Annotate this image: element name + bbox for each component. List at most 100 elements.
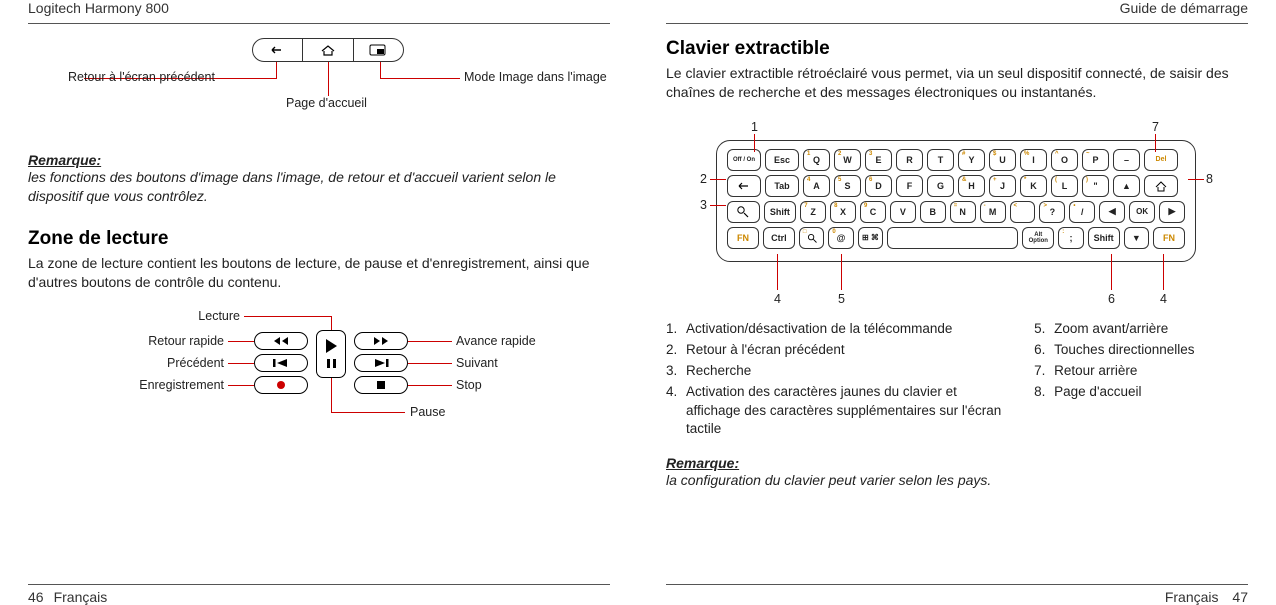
label-stop: Stop (456, 378, 482, 392)
keyboard-key: FN (727, 227, 759, 249)
keyboard-key: 3E (865, 149, 892, 171)
kbd-callout-6: 6 (1108, 292, 1115, 306)
keyboard-key: :; (1058, 227, 1083, 249)
footer-left: 46 Français (28, 584, 610, 605)
keyboard-key: □ (799, 227, 824, 249)
keyboard-key: *K (1020, 175, 1047, 197)
keyboard-key: &H (958, 175, 985, 197)
label-rew: Retour rapide (124, 334, 224, 348)
page-num-left: 46 (28, 589, 44, 605)
back-segment (253, 39, 303, 61)
keyboard-key: >? (1039, 201, 1065, 223)
keyboard-key: – (1113, 149, 1140, 171)
keyboard-key: V (890, 201, 916, 223)
label-prev: Précédent (124, 356, 224, 370)
kbd-callout-2: 2 (700, 172, 707, 186)
kbd-callout-5: 5 (838, 292, 845, 306)
callout-home: Page d'accueil (286, 96, 367, 110)
keyboard-key: R (896, 149, 923, 171)
keyboard-key: #Y (958, 149, 985, 171)
keyboard-key: AltOption (1022, 227, 1054, 249)
keyboard-heading: Clavier extractible (666, 38, 1248, 60)
next-button (354, 354, 408, 372)
keyboard-key: OK (1129, 201, 1155, 223)
note1-heading: Remarque: (28, 152, 610, 168)
playback-diagram: Retour rapide Précédent Enregistrement L… (28, 302, 610, 452)
callout-back: Retour à l'écran précédent (68, 70, 215, 84)
keyboard-key (887, 227, 1018, 249)
keyboard-key: 9C (860, 201, 886, 223)
keyboard-key: ▶ (1159, 201, 1185, 223)
keyboard-key: +J (989, 175, 1016, 197)
prev-button (254, 354, 308, 372)
keyboard-legend: 1.Activation/désactivation de la télécom… (666, 320, 1248, 441)
keyboard-key: 4A (803, 175, 830, 197)
keyboard-key: ~P (1082, 149, 1109, 171)
label-next: Suivant (456, 356, 498, 370)
keyboard-key: Esc (765, 149, 799, 171)
play-pause-button (316, 330, 346, 378)
keyboard-key: 5S (834, 175, 861, 197)
keyboard-paragraph: Le clavier extractible rétroéclairé vous… (666, 64, 1248, 102)
nav-pill-diagram: Retour à l'écran précédent Page d'accuei… (28, 38, 610, 138)
page-lang-left: Français (54, 589, 108, 605)
footer-right: Français 47 (666, 584, 1248, 605)
playback-paragraph: La zone de lecture contient les boutons … (28, 254, 610, 292)
legend-col-a: 1.Activation/désactivation de la télécom… (666, 320, 1008, 441)
record-button (254, 376, 308, 394)
keyboard-key: Del (1144, 149, 1178, 171)
kbd-callout-7: 7 (1152, 120, 1159, 134)
note2-body: la configuration du clavier peut varier … (666, 471, 1248, 490)
home-segment (303, 39, 353, 61)
page-lang-right: Français (1165, 589, 1219, 605)
label-rec: Enregistrement (104, 378, 224, 392)
kbd-callout-4a: 4 (774, 292, 781, 306)
keyboard-key: ▲ (1113, 175, 1140, 197)
keyboard-key: G (927, 175, 954, 197)
keyboard-key: ◀ (1099, 201, 1125, 223)
keyboard-key: 7Z (800, 201, 826, 223)
keyboard-key: < (1010, 201, 1036, 223)
keyboard-key: 6D (865, 175, 892, 197)
pip-segment (354, 39, 403, 61)
playback-heading: Zone de lecture (28, 228, 610, 250)
keyboard-key (727, 175, 761, 197)
keyboard-key (1144, 175, 1178, 197)
label-ffwd: Avance rapide (456, 334, 536, 348)
keyboard-key: 8X (830, 201, 856, 223)
stop-button (354, 376, 408, 394)
keyboard-key: FN (1153, 227, 1185, 249)
keyboard-key: Shift (764, 201, 797, 223)
page-num-right: 47 (1232, 589, 1248, 605)
callout-pip: Mode Image dans l'image (464, 70, 607, 84)
keyboard-key: ⊞ ⌘ (858, 227, 883, 249)
keyboard-key: $U (989, 149, 1016, 171)
keyboard-key: %I (1020, 149, 1047, 171)
label-play: Lecture (186, 309, 240, 323)
kbd-callout-3: 3 (700, 198, 707, 212)
keyboard-key: Ctrl (763, 227, 795, 249)
keyboard-key-offon: Off / On (727, 149, 761, 171)
keyboard-key: ^O (1051, 149, 1078, 171)
rewind-button (254, 332, 308, 350)
keyboard-key: Shift (1088, 227, 1120, 249)
kbd-callout-4b: 4 (1160, 292, 1167, 306)
keyboard-key: T (927, 149, 954, 171)
keyboard-key: Tab (765, 175, 799, 197)
keyboard-key (727, 201, 760, 223)
note1-body: les fonctions des boutons d'image dans l… (28, 168, 610, 206)
header-rule-right (666, 23, 1248, 24)
keyboard-key: ▼ (1124, 227, 1149, 249)
header-right-title: Guide de démarrage (1120, 0, 1248, 16)
ffwd-button (354, 332, 408, 350)
keyboard-diagram: Off / OnEsc1Q2W3ERT#Y$U%I^O~P–Del Tab4A5… (666, 112, 1246, 312)
note2-heading: Remarque: (666, 455, 1248, 471)
legend-col-b: 5.Zoom avant/arrière 6.Touches direction… (1034, 320, 1248, 441)
keyboard-key: F (896, 175, 923, 197)
keyboard-key: -M (980, 201, 1006, 223)
keyboard-key: B (920, 201, 946, 223)
keyboard-key: (L (1051, 175, 1078, 197)
kbd-callout-1: 1 (751, 120, 758, 134)
header-rule-left (28, 23, 610, 24)
keyboard-key: 1Q (803, 149, 830, 171)
